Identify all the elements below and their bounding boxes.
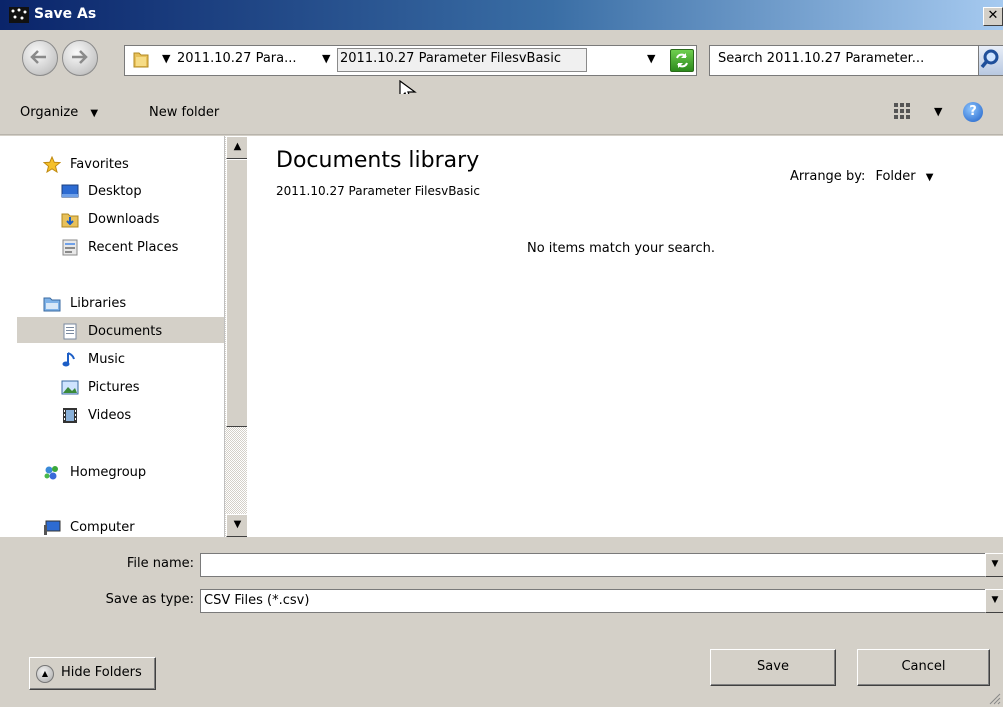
nav-label: Pictures xyxy=(88,380,140,395)
address-bar[interactable]: ▼ 2011.10.27 Para... ▼ 2011.10.27 Parame… xyxy=(124,45,697,76)
file-name-field[interactable] xyxy=(200,553,987,577)
cancel-button[interactable]: Cancel xyxy=(857,649,990,686)
address-dropdown-icon[interactable]: ▼ xyxy=(647,52,655,65)
nav-label: Music xyxy=(88,352,125,367)
documents-icon xyxy=(63,323,77,340)
forward-arrow-icon xyxy=(72,50,88,64)
resize-grip-icon[interactable] xyxy=(989,693,1001,705)
forward-button[interactable] xyxy=(62,40,98,76)
scroll-thumb[interactable] xyxy=(226,159,249,427)
new-folder-button[interactable]: New folder xyxy=(149,105,219,120)
address-row: ▼ 2011.10.27 Para... ▼ 2011.10.27 Parame… xyxy=(0,30,1003,102)
save-type-value: CSV Files (*.csv) xyxy=(204,593,310,608)
new-folder-label: New folder xyxy=(149,105,220,120)
file-name-dropdown-button[interactable]: ▼ xyxy=(985,553,1003,577)
library-subtitle: 2011.10.27 Parameter FilesvBasic xyxy=(276,184,480,198)
nav-label: Computer xyxy=(70,520,135,535)
view-dropdown-icon[interactable]: ▼ xyxy=(934,105,942,118)
scroll-down-button[interactable]: ▼ xyxy=(226,514,249,537)
arrange-label: Arrange by: xyxy=(790,169,866,184)
arrow-down-icon: ▼ xyxy=(233,519,242,530)
save-type-dropdown-button[interactable]: ▼ xyxy=(985,589,1003,613)
computer-icon xyxy=(44,520,61,535)
nav-item-recent-places[interactable]: Recent Places xyxy=(61,237,211,259)
nav-item-downloads[interactable]: Downloads xyxy=(61,209,211,231)
breadcrumb-arrow-icon[interactable]: ▼ xyxy=(322,52,330,65)
window-title: Save As xyxy=(34,6,97,22)
breadcrumb-arrow-icon[interactable]: ▼ xyxy=(162,52,170,65)
libraries-icon xyxy=(43,297,61,312)
breadcrumb-item[interactable]: 2011.10.27 Para... xyxy=(177,51,297,66)
arrow-up-icon: ▲ xyxy=(233,141,242,152)
nav-label: Homegroup xyxy=(70,465,147,480)
help-button[interactable]: ? xyxy=(963,102,983,122)
arrange-by-control[interactable]: Arrange by: Folder ▼ xyxy=(790,169,934,184)
nav-label: Favorites xyxy=(70,157,129,172)
navigation-pane: Favorites Desktop Downloads Recent Place… xyxy=(0,136,224,537)
breadcrumb-current[interactable]: 2011.10.27 Parameter FilesvBasic xyxy=(337,48,587,72)
arrange-value: Folder xyxy=(875,169,916,184)
command-bar: Organize ▼ New folder ▼ ? xyxy=(0,94,1003,135)
search-input[interactable]: Search 2011.10.27 Parameter... xyxy=(709,45,979,76)
star-icon xyxy=(43,156,61,173)
nav-label: Documents xyxy=(88,324,163,339)
empty-message: No items match your search. xyxy=(527,241,716,256)
nav-favorites[interactable]: Favorites xyxy=(43,154,213,176)
chevron-down-icon: ▼ xyxy=(925,172,934,183)
nav-label: Desktop xyxy=(88,184,142,199)
nav-item-documents[interactable]: Documents xyxy=(61,321,211,343)
app-icon xyxy=(9,7,29,23)
videos-icon xyxy=(63,408,77,423)
downloads-folder-icon xyxy=(61,213,79,228)
pictures-icon xyxy=(61,380,79,395)
nav-item-music[interactable]: Music xyxy=(61,349,211,371)
homegroup-icon xyxy=(44,466,58,480)
refresh-icon xyxy=(676,53,688,68)
nav-item-videos[interactable]: Videos xyxy=(61,405,211,427)
collapse-up-icon: ▲ xyxy=(36,665,54,683)
back-button[interactable] xyxy=(22,40,58,76)
nav-homegroup[interactable]: Homegroup xyxy=(43,462,213,484)
save-type-select[interactable]: CSV Files (*.csv) xyxy=(200,589,987,613)
nav-label: Videos xyxy=(88,408,132,423)
nav-computer[interactable]: Computer xyxy=(43,517,213,537)
organize-menu[interactable]: Organize ▼ xyxy=(20,105,98,120)
save-button[interactable]: Save xyxy=(710,649,836,686)
nav-scrollbar[interactable]: ▲ ▼ xyxy=(224,136,249,537)
file-name-label: File name: xyxy=(126,556,194,571)
title-bar: Save As ✕ xyxy=(0,0,1003,30)
breadcrumb-item: 2011.10.27 Parameter FilesvBasic xyxy=(340,51,561,66)
nav-label: Recent Places xyxy=(88,240,179,255)
save-options-panel: File name: ▼ Save as type: CSV Files (*.… xyxy=(0,537,1003,707)
recent-places-icon xyxy=(62,239,78,256)
file-list-area[interactable]: Documents library 2011.10.27 Parameter F… xyxy=(247,136,1003,537)
folder-icon xyxy=(133,52,149,68)
desktop-icon xyxy=(61,184,79,198)
close-icon: ✕ xyxy=(987,8,999,23)
chevron-down-icon: ▼ xyxy=(991,559,999,569)
nav-item-pictures[interactable]: Pictures xyxy=(61,377,211,399)
search-placeholder: Search 2011.10.27 Parameter... xyxy=(718,51,925,66)
nav-label: Libraries xyxy=(70,296,127,311)
back-arrow-icon xyxy=(30,50,46,64)
nav-item-desktop[interactable]: Desktop xyxy=(61,181,211,203)
music-icon xyxy=(62,352,75,367)
organize-label: Organize xyxy=(20,105,79,120)
hide-folders-button[interactable]: ▲ Hide Folders xyxy=(29,657,156,690)
save-type-label: Save as type: xyxy=(105,592,194,607)
hide-folders-label: Hide Folders xyxy=(61,665,142,680)
search-button[interactable] xyxy=(978,45,1003,76)
nav-libraries[interactable]: Libraries xyxy=(43,293,213,315)
chevron-down-icon: ▼ xyxy=(991,595,999,605)
nav-label: Downloads xyxy=(88,212,160,227)
close-button[interactable]: ✕ xyxy=(983,7,1003,26)
library-title: Documents library xyxy=(276,148,480,173)
view-options-icon[interactable] xyxy=(893,102,911,120)
search-icon xyxy=(980,49,999,69)
refresh-button[interactable] xyxy=(670,49,694,72)
chevron-down-icon: ▼ xyxy=(90,108,99,119)
scroll-up-button[interactable]: ▲ xyxy=(226,136,249,159)
help-icon: ? xyxy=(969,104,977,119)
